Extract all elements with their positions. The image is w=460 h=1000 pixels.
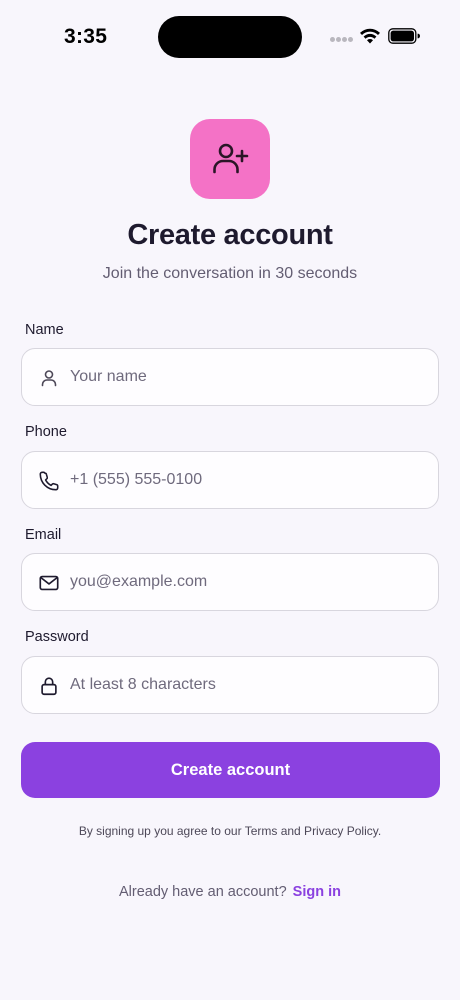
page-title: Create account [127, 219, 333, 251]
app-icon-tile [190, 119, 270, 199]
lock-icon [38, 675, 60, 697]
cellular-signal-icon [330, 37, 354, 43]
name-input[interactable] [70, 349, 430, 405]
page-subtitle: Join the conversation in 30 seconds [102, 265, 358, 282]
name-label: Name [25, 322, 64, 338]
email-field[interactable] [21, 553, 439, 611]
person-icon [38, 367, 60, 389]
mail-icon [38, 572, 60, 594]
signin-row: Already have an account? Sign in [0, 884, 460, 900]
status-bar: 3:35 [0, 0, 460, 76]
user-plus-icon [213, 143, 249, 174]
wifi-icon [360, 28, 380, 44]
battery-icon [388, 28, 420, 44]
terms-text: By signing up you agree to our Terms and… [78, 824, 382, 838]
password-field[interactable] [21, 656, 439, 714]
phone-icon [38, 470, 60, 492]
email-label: Email [25, 527, 62, 543]
phone-label: Phone [25, 424, 67, 440]
signup-screen: 3:35 Create account Join the conversatio… [0, 0, 460, 1000]
phone-field[interactable] [21, 451, 439, 509]
sign-in-link[interactable]: Sign in [293, 884, 341, 900]
password-label: Password [25, 629, 89, 645]
name-field[interactable] [21, 348, 439, 406]
dynamic-island [158, 16, 302, 58]
phone-input[interactable] [70, 452, 430, 508]
signin-prompt: Already have an account? [118, 884, 287, 900]
password-input[interactable] [70, 657, 430, 713]
create-account-button[interactable]: Create account [21, 742, 440, 798]
status-time: 3:35 [64, 25, 108, 48]
email-input[interactable] [70, 554, 430, 610]
